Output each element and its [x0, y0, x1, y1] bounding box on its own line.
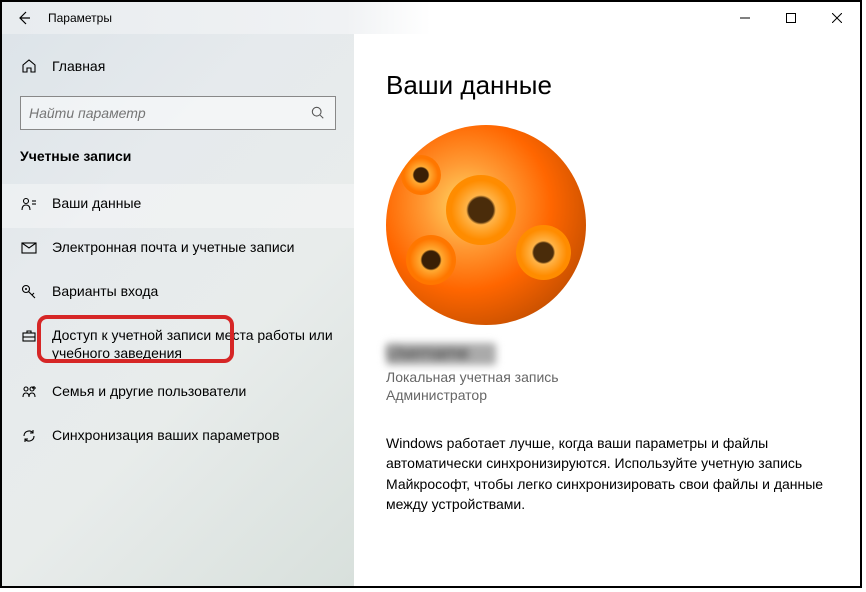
- account-type: Локальная учетная запись: [386, 369, 828, 385]
- search-container: [20, 96, 336, 130]
- family-icon: [20, 383, 38, 401]
- titlebar: Параметры: [2, 2, 860, 34]
- window-title: Параметры: [48, 11, 112, 25]
- home-label: Главная: [52, 58, 105, 74]
- sync-icon: [20, 427, 38, 445]
- sidebar-item-email[interactable]: Электронная почта и учетные записи: [2, 228, 354, 272]
- sidebar-item-signin-options[interactable]: Варианты входа: [2, 272, 354, 316]
- window-controls: [722, 2, 860, 34]
- search-input[interactable]: [29, 105, 309, 121]
- sidebar-item-label: Электронная почта и учетные записи: [52, 238, 294, 256]
- settings-window: Параметры Главная: [0, 0, 862, 588]
- close-icon: [832, 13, 842, 23]
- content-area: Главная Учетные записи Ваши данные: [2, 34, 860, 586]
- sidebar: Главная Учетные записи Ваши данные: [2, 34, 354, 586]
- home-icon: [20, 57, 38, 75]
- sidebar-item-label: Варианты входа: [52, 282, 158, 300]
- back-arrow-icon: [16, 10, 32, 26]
- back-button[interactable]: [10, 4, 38, 32]
- search-icon: [309, 106, 327, 120]
- sync-info-text: Windows работает лучше, когда ваши парам…: [386, 433, 828, 514]
- sidebar-item-label: Семья и другие пользователи: [52, 382, 246, 400]
- account-role: Администратор: [386, 387, 828, 403]
- nav-list: Ваши данные Электронная почта и учетные …: [2, 184, 354, 460]
- sidebar-item-label: Синхронизация ваших параметров: [52, 426, 280, 444]
- sidebar-item-label: Ваши данные: [52, 194, 141, 212]
- sidebar-item-sync[interactable]: Синхронизация ваших параметров: [2, 416, 354, 460]
- page-title: Ваши данные: [386, 70, 828, 101]
- sidebar-item-work-access[interactable]: Доступ к учетной записи места работы или…: [2, 316, 354, 372]
- user-icon: [20, 195, 38, 213]
- username: Username: [386, 343, 496, 365]
- briefcase-icon: [20, 327, 38, 345]
- avatar: [386, 125, 586, 325]
- minimize-icon: [740, 13, 750, 23]
- section-title: Учетные записи: [2, 148, 354, 174]
- maximize-button[interactable]: [768, 2, 814, 34]
- close-button[interactable]: [814, 2, 860, 34]
- home-button[interactable]: Главная: [2, 48, 354, 84]
- search-box[interactable]: [20, 96, 336, 130]
- minimize-button[interactable]: [722, 2, 768, 34]
- sidebar-item-your-info[interactable]: Ваши данные: [2, 184, 354, 228]
- main-panel: Ваши данные Username Локальная учетная з…: [354, 34, 860, 586]
- sidebar-item-label: Доступ к учетной записи места работы или…: [52, 326, 336, 362]
- sidebar-item-family[interactable]: Семья и другие пользователи: [2, 372, 354, 416]
- maximize-icon: [786, 13, 796, 23]
- mail-icon: [20, 239, 38, 257]
- key-icon: [20, 283, 38, 301]
